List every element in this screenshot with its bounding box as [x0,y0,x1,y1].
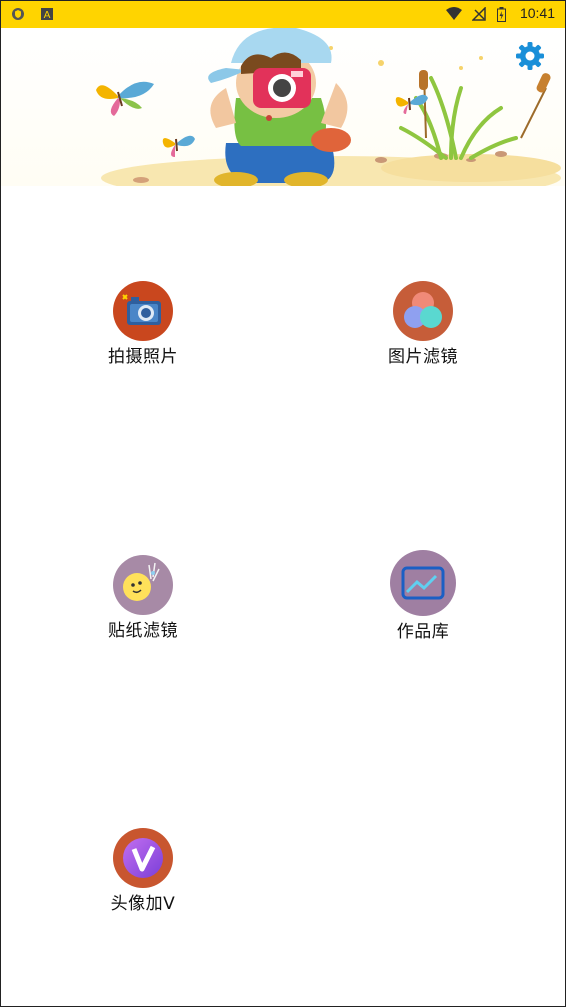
menu-item-sticker-filter[interactable]: 贴纸滤镜 [73,555,213,643]
font-icon: A [41,8,54,21]
v-badge-icon [113,828,173,888]
status-time: 10:41 [519,5,555,21]
gallery-icon [390,550,456,616]
sticker-face-icon [113,555,173,615]
menu-label: 拍摄照片 [108,347,178,367]
boy-with-camera-illustration [96,28,561,186]
svg-text:A: A [44,10,51,21]
app-window: A 10:41 拍摄照片 图片滤镜 贴纸滤镜 作品库 头像加V [0,0,566,1007]
wifi-icon [445,7,462,20]
menu-item-take-photo[interactable]: 拍摄照片 [73,281,213,369]
status-bar: A 10:41 [1,1,565,28]
no-signal-icon [472,7,486,21]
menu-item-avatar-v[interactable]: 头像加V [73,828,213,916]
menu-label: 头像加V [110,894,176,914]
camera-icon [113,281,173,341]
color-circles-icon [393,281,453,341]
battery-icon [496,6,506,22]
settings-gear-icon[interactable] [515,41,545,71]
header-banner [1,28,565,186]
shield-icon [12,8,24,20]
menu-label: 图片滤镜 [388,347,458,367]
menu-label: 贴纸滤镜 [108,621,178,641]
menu-item-gallery[interactable]: 作品库 [353,550,493,644]
menu-item-photo-filter[interactable]: 图片滤镜 [353,281,493,369]
menu-label: 作品库 [396,622,450,642]
